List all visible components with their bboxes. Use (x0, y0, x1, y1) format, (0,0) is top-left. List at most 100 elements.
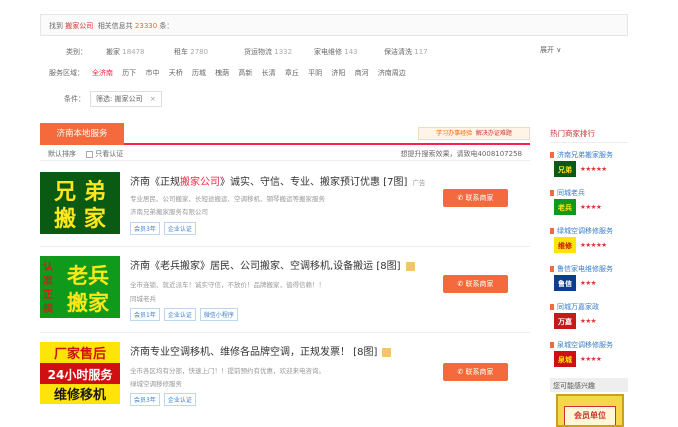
svg-text:24小时服务: 24小时服务 (48, 367, 114, 382)
search-summary: 找到 搬家公司 相关信息共 23330 条： (40, 14, 628, 36)
contact-button[interactable]: ✆ 联系商家 (443, 189, 508, 207)
sidebar-item-1[interactable]: 济南兄弟搬家服务 兄弟 ★★★★★ (550, 150, 628, 184)
listing-3-title[interactable]: 济南专业空调移机、维修各品牌空调，正规发票！ [8图] (130, 343, 392, 358)
category-item-2[interactable]: 租车 2780 (174, 47, 208, 57)
listing-3-thumbnail[interactable]: 厂家售后 24小时服务 维修移机 (40, 342, 120, 404)
condition-chip[interactable]: 筛选: 搬家公司 × (90, 91, 162, 107)
svg-text:认: 认 (43, 260, 54, 273)
area-item[interactable]: 市中 (145, 69, 159, 77)
area-item[interactable]: 天桥 (169, 69, 183, 77)
sidebar-item-4[interactable]: 鲁信家电维修服务 鲁信 ★★★ (550, 264, 628, 298)
area-item[interactable]: 历下 (122, 69, 136, 77)
phone-icon: ✆ (457, 368, 464, 376)
close-icon[interactable]: × (150, 95, 156, 103)
svg-text:搬 家: 搬 家 (54, 206, 107, 232)
listing-1-badges: 会员3年 企业认证 (130, 222, 196, 235)
area-item[interactable]: 济阳 (331, 69, 345, 77)
sidebar-item-logo: 维修 (554, 237, 576, 253)
condition-chip-text: 筛选: 搬家公司 (96, 95, 143, 103)
summary-count: 23330 (134, 22, 158, 30)
listing-2-title[interactable]: 济南《老兵搬家》居民、公司搬家、空调移机,设备搬运 [8图] (130, 257, 415, 272)
area-item[interactable]: 槐荫 (215, 69, 229, 77)
expand-button[interactable]: 展开 ∨ (540, 45, 561, 55)
svg-text:准: 准 (43, 274, 53, 287)
category-item-3[interactable]: 货运物流 1332 (244, 47, 292, 57)
svg-text:规: 规 (43, 302, 53, 315)
divider (40, 246, 530, 247)
area-list: 全济南 历下 市中 天桥 历城 槐荫 高新 长清 章丘 平阴 济阳 商河 济南周… (92, 68, 406, 78)
area-item[interactable]: 高新 (238, 69, 252, 77)
svg-text:鲁信: 鲁信 (557, 279, 572, 288)
listing-1-thumbnail[interactable]: 兄 弟 搬 家 (40, 172, 120, 234)
listing-1-title[interactable]: 济南《正规搬家公司》诚实、守信、专业、搬家预订优惠 [7图] 广告 (130, 173, 425, 188)
sidebar-item-6[interactable]: 泉城空调移修服务 泉城 ★★★★ (550, 340, 628, 374)
svg-text:正: 正 (43, 289, 53, 301)
area-label: 服务区域： (49, 69, 84, 77)
contact-button[interactable]: ✆ 联系商家 (443, 363, 508, 381)
checkbox-icon[interactable] (86, 150, 94, 158)
svg-text:兄 弟: 兄 弟 (53, 179, 106, 205)
tab-local-service[interactable]: 济南本地服务 (40, 123, 124, 145)
sidebar-item-2[interactable]: 同城老兵 老兵 ★★★★ (550, 188, 628, 222)
summary-prefix: 找到 (49, 22, 63, 30)
svg-text:维修移机: 维修移机 (54, 387, 106, 403)
listing-2-desc: 全市连锁、就近派车！诚实守信，不放价！品牌搬家，值得信赖！！ (130, 281, 325, 289)
area-item[interactable]: 商河 (355, 69, 369, 77)
verified-badge: 企业认证 (163, 393, 196, 406)
listing-1-company: 济南兄弟搬家服务有限公司 (130, 208, 208, 216)
sidebar-item-3[interactable]: 绿城空调移修服务 维修 ★★★★★ (550, 226, 628, 260)
sidebar-section-interest: 您可能感兴趣 (550, 378, 628, 392)
verified-badge: 企业认证 (163, 222, 196, 235)
summary-suffix: 条： (159, 22, 174, 30)
sidebar-item-logo: 老兵 (554, 199, 576, 215)
promo-banner[interactable]: 学习办事经验 解决办证难题 (418, 127, 530, 140)
miniapp-badge: 微信小程序 (199, 308, 238, 321)
vip-badge-icon (382, 347, 392, 357)
only-verified-label[interactable]: 只看认证 (95, 150, 123, 158)
contact-button[interactable]: ✆ 联系商家 (443, 275, 508, 293)
listing-3-badges: 会员3年 企业认证 (130, 393, 196, 406)
member-badge: 会员3年 (130, 222, 160, 235)
phone-icon: ✆ (457, 194, 464, 202)
sidebar-item-5[interactable]: 同城万嘉家政 万嘉 ★★★ (550, 302, 628, 336)
category-item-4[interactable]: 家电维修 143 (314, 47, 358, 57)
area-item[interactable]: 历城 (192, 69, 206, 77)
sort-default[interactable]: 默认排序 (48, 150, 76, 158)
category-filter: 类别： (66, 47, 93, 57)
star-rating: ★★★★★ (580, 165, 607, 173)
star-rating: ★★★★ (580, 203, 602, 211)
svg-text:万嘉: 万嘉 (557, 317, 572, 326)
sidebar-title: 热门商家排行 (550, 128, 628, 143)
svg-text:维修: 维修 (558, 241, 573, 250)
listing-2-thumbnail[interactable]: 认 准 正 规 老兵 搬家 (40, 256, 120, 318)
category-item-1[interactable]: 搬家 18478 (106, 47, 145, 57)
sort-bar: 默认排序 只看认证 想提升搜索效果，请致电4008107258 (40, 145, 530, 161)
verified-badge: 企业认证 (163, 308, 196, 321)
area-item[interactable]: 平阴 (308, 69, 322, 77)
svg-text:厂家售后: 厂家售后 (54, 346, 106, 362)
area-item-all[interactable]: 全济南 (92, 69, 113, 77)
star-rating: ★★★ (580, 317, 596, 325)
svg-text:搬家: 搬家 (67, 291, 110, 315)
category-item-5[interactable]: 保洁清洗 117 (384, 47, 428, 57)
sidebar-item-logo: 泉城 (554, 351, 576, 367)
area-item[interactable]: 济南周边 (378, 69, 406, 77)
phone-icon: ✆ (457, 280, 464, 288)
svg-text:老兵: 老兵 (67, 264, 109, 288)
star-rating: ★★★★ (580, 355, 602, 363)
summary-company: 搬家公司 (65, 22, 94, 30)
category-label: 类别： (66, 48, 87, 56)
listing-1-desc: 专业居民、公司搬家、长短途搬运、空调移机、钢琴搬运等搬家服务 (130, 195, 325, 203)
member-badge: 会员3年 (130, 393, 160, 406)
listing-1: 兄 弟 搬 家 济南《正规搬家公司》诚实、守信、专业、搬家预订优惠 [7图] 广告… (40, 172, 530, 257)
condition-label: 条件： (64, 95, 85, 103)
sidebar-item-logo: 兄弟 (554, 161, 576, 177)
right-note: 想提升搜索效果，请致电4008107258 (400, 150, 522, 158)
svg-text:泉城: 泉城 (558, 355, 572, 364)
area-item[interactable]: 长清 (262, 69, 276, 77)
sidebar-ad[interactable]: 会员单位 (556, 394, 624, 427)
area-item[interactable]: 章丘 (285, 69, 299, 77)
promo-right: 解决办证难题 (475, 130, 512, 137)
summary-mid: 相关信息共 (97, 22, 133, 30)
star-rating: ★★★★★ (580, 241, 607, 249)
